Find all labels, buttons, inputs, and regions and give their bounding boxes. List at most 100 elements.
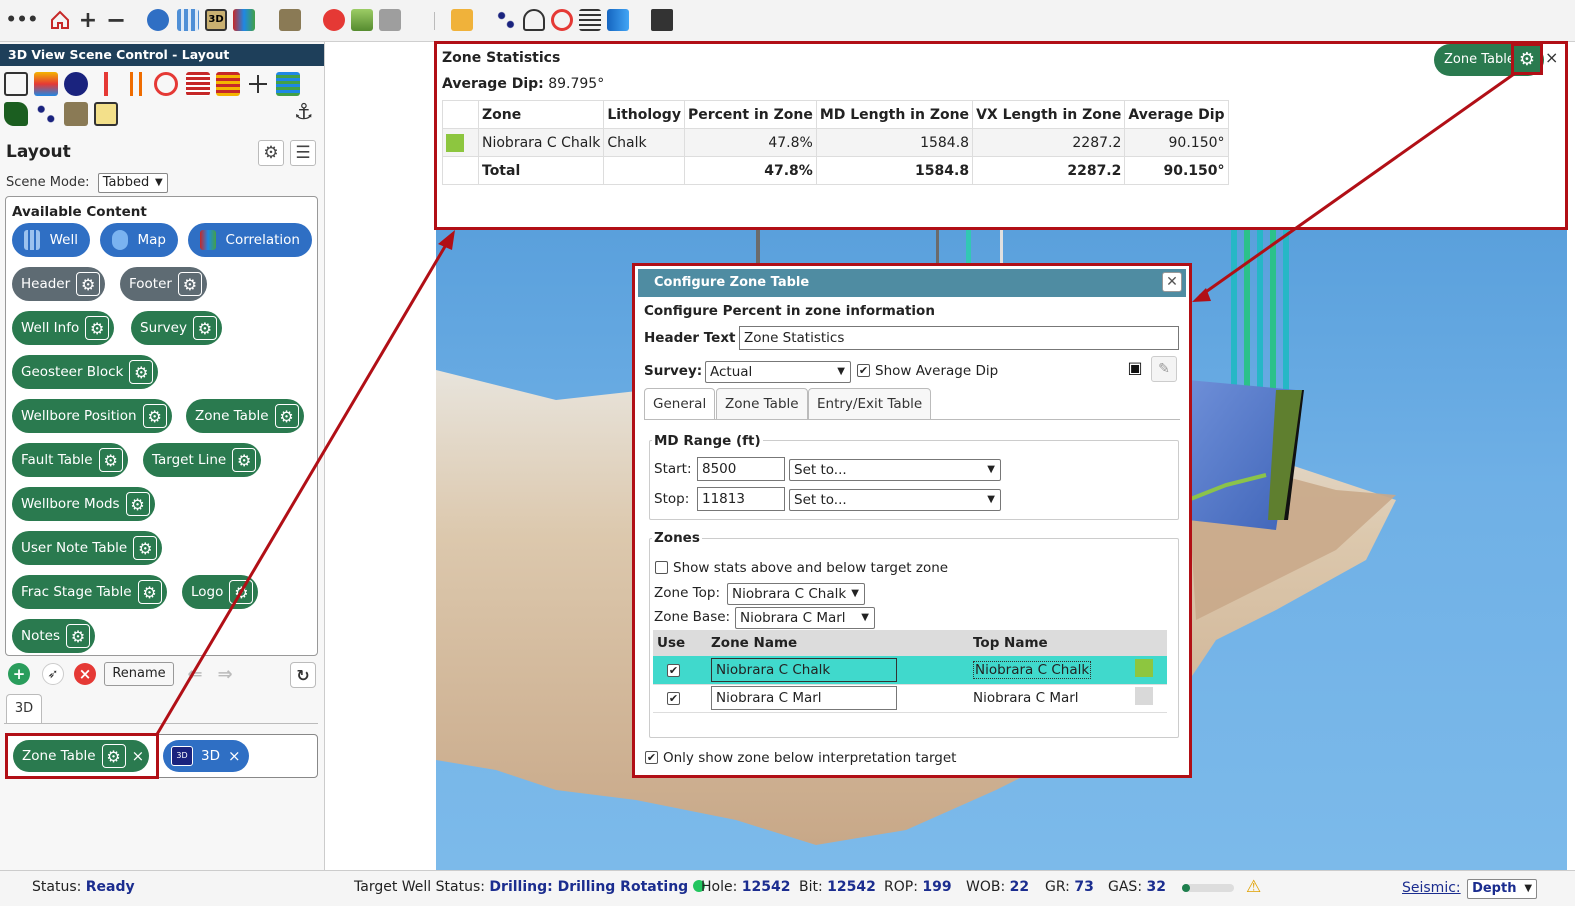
tab-general[interactable]: General	[644, 388, 716, 420]
zone-top-select[interactable]: Niobrara C Chalk ▼	[727, 583, 865, 605]
cross-section-icon[interactable]	[246, 72, 270, 96]
content-item-notes[interactable]: Notes ⚙	[12, 619, 95, 653]
gear-icon[interactable]: ⚙	[129, 360, 154, 384]
content-item-zone-table[interactable]: Zone Table ⚙	[186, 399, 304, 433]
map-outline-icon[interactable]	[4, 72, 28, 96]
anchor-icon[interactable]: ⚓	[294, 100, 314, 125]
target-icon[interactable]	[154, 72, 178, 96]
gear-icon[interactable]: ⚙	[66, 624, 90, 648]
content-item-well-info[interactable]: Well Info ⚙	[12, 311, 115, 345]
layers-stack-icon[interactable]	[34, 72, 58, 96]
arrow-left-icon[interactable]: ⇐	[184, 663, 206, 685]
print-icon[interactable]	[648, 6, 676, 34]
gear-icon[interactable]: ⚙	[192, 316, 217, 340]
arrow-right-icon[interactable]: ⇒	[214, 663, 236, 685]
active-item-3d[interactable]: 3D 3D ×	[163, 740, 249, 772]
content-item-logo[interactable]: Logo ⚙	[182, 575, 259, 609]
content-item-well[interactable]: Well	[12, 223, 90, 257]
layout-settings-gear-icon[interactable]: ⚙	[258, 140, 284, 166]
zone-base-select[interactable]: Niobrara C Marl ▼	[735, 607, 875, 629]
delete-icon[interactable]: ×	[74, 663, 96, 685]
layout-icon[interactable]	[94, 102, 118, 126]
layers-icon[interactable]	[576, 6, 604, 34]
surface-icon[interactable]	[276, 72, 300, 96]
show-average-dip-checkbox[interactable]: ✔	[857, 364, 870, 377]
cube-icon[interactable]	[348, 6, 376, 34]
geosteer-icon[interactable]	[276, 6, 304, 34]
save-icon[interactable]: ▣	[1123, 356, 1147, 380]
geosteer-block-icon[interactable]	[64, 102, 88, 126]
zoom-in-icon[interactable]: +	[74, 6, 102, 34]
compass-icon[interactable]	[144, 6, 172, 34]
tab-3d[interactable]: 3D	[6, 694, 42, 724]
horizon-icon[interactable]	[186, 72, 210, 96]
camera-icon[interactable]	[376, 6, 404, 34]
fault-icon[interactable]	[124, 72, 148, 96]
use-checkbox[interactable]: ✔	[667, 692, 680, 705]
close-icon[interactable]: ×	[228, 747, 241, 765]
use-checkbox[interactable]: ✔	[667, 663, 680, 677]
only-show-zone-checkbox[interactable]: ✔	[645, 751, 658, 764]
gear-icon[interactable]: ⚙	[274, 404, 299, 428]
target-icon[interactable]	[548, 6, 576, 34]
header-text-input[interactable]: Zone Statistics	[739, 326, 1179, 350]
close-icon[interactable]: ×	[1545, 48, 1563, 70]
content-item-frac-stage-table[interactable]: Frac Stage Table ⚙	[12, 575, 167, 609]
gear-icon[interactable]: ⚙	[85, 316, 110, 340]
gear-icon[interactable]: ⚙	[76, 272, 101, 296]
3d-icon[interactable]: 3D	[202, 6, 230, 34]
gear-icon[interactable]: ⚙	[125, 492, 150, 516]
content-item-map[interactable]: Map	[100, 223, 178, 257]
points-icon[interactable]	[492, 6, 520, 34]
table-row[interactable]: ✔ Niobrara C Chalk Niobrara C Chalk	[653, 656, 1167, 685]
scene-mode-select[interactable]: Tabbed ▼	[97, 173, 168, 193]
scatter-points-icon[interactable]	[34, 102, 58, 126]
rocket-icon[interactable]: ➶	[42, 663, 64, 685]
content-item-fault-table[interactable]: Fault Table ⚙	[12, 443, 128, 477]
content-item-target-line[interactable]: Target Line ⚙	[143, 443, 262, 477]
content-item-survey[interactable]: Survey ⚙	[131, 311, 222, 345]
bell-icon[interactable]	[520, 6, 548, 34]
flag-icon[interactable]	[4, 102, 28, 126]
close-icon[interactable]: ✕	[1162, 272, 1182, 292]
content-item-wellbore-mods[interactable]: Wellbore Mods ⚙	[12, 487, 155, 521]
content-item-user-note-table[interactable]: User Note Table ⚙	[12, 531, 163, 565]
zone-color-swatch[interactable]	[1135, 658, 1153, 677]
zone-color-swatch[interactable]	[1135, 687, 1153, 705]
gear-icon[interactable]: ⚙	[232, 448, 257, 472]
seismic-link[interactable]: Seismic:	[1402, 880, 1461, 896]
zone-name-input[interactable]: Niobrara C Marl	[711, 686, 897, 710]
gear-icon[interactable]: ⚙	[98, 448, 123, 472]
gear-icon[interactable]: ⚙	[137, 580, 162, 604]
zone-name-input[interactable]: Niobrara C Chalk	[711, 657, 897, 682]
zoom-out-icon[interactable]: −	[102, 6, 130, 34]
stop-set-to-select[interactable]: Set to... ▼	[789, 489, 1001, 511]
tab-entry-exit-table[interactable]: Entry/Exit Table	[808, 388, 932, 420]
edit-pencil-icon[interactable]: ✎	[1151, 356, 1177, 382]
well-grid-icon[interactable]	[174, 6, 202, 34]
formation-icon[interactable]	[216, 72, 240, 96]
home-icon[interactable]	[46, 6, 74, 34]
stop-input[interactable]: 11813	[697, 487, 785, 511]
content-item-header[interactable]: Header ⚙	[12, 267, 106, 301]
add-icon[interactable]: +	[8, 663, 30, 685]
start-set-to-select[interactable]: Set to... ▼	[789, 459, 1001, 481]
well-path-icon[interactable]	[94, 72, 118, 96]
refresh-icon[interactable]: ↻	[290, 662, 316, 688]
gear-icon[interactable]: ⚙	[142, 404, 167, 428]
zone-table-settings-gear-icon[interactable]: ⚙	[1511, 43, 1543, 75]
warning-icon[interactable]: ⚠	[1246, 877, 1261, 897]
show-stats-checkbox[interactable]	[655, 561, 668, 574]
gear-blue-icon[interactable]	[64, 72, 88, 96]
gear-icon[interactable]: ⚙	[133, 536, 158, 560]
content-item-correlation[interactable]: Correlation	[188, 223, 312, 257]
content-item-wellbore-position[interactable]: Wellbore Position ⚙	[12, 399, 172, 433]
gear-icon[interactable]: ⚙	[229, 580, 254, 604]
survey-select[interactable]: Actual ▼	[705, 361, 851, 383]
survey-icon[interactable]	[320, 6, 348, 34]
content-item-geosteer-block[interactable]: Geosteer Block ⚙	[12, 355, 159, 389]
more-icon[interactable]: •••	[6, 6, 39, 34]
table-row[interactable]: ✔ Niobrara C Marl Niobrara C Marl	[653, 684, 1167, 713]
gear-icon[interactable]: ⚙	[177, 272, 202, 296]
tab-zone-table[interactable]: Zone Table	[716, 388, 808, 420]
